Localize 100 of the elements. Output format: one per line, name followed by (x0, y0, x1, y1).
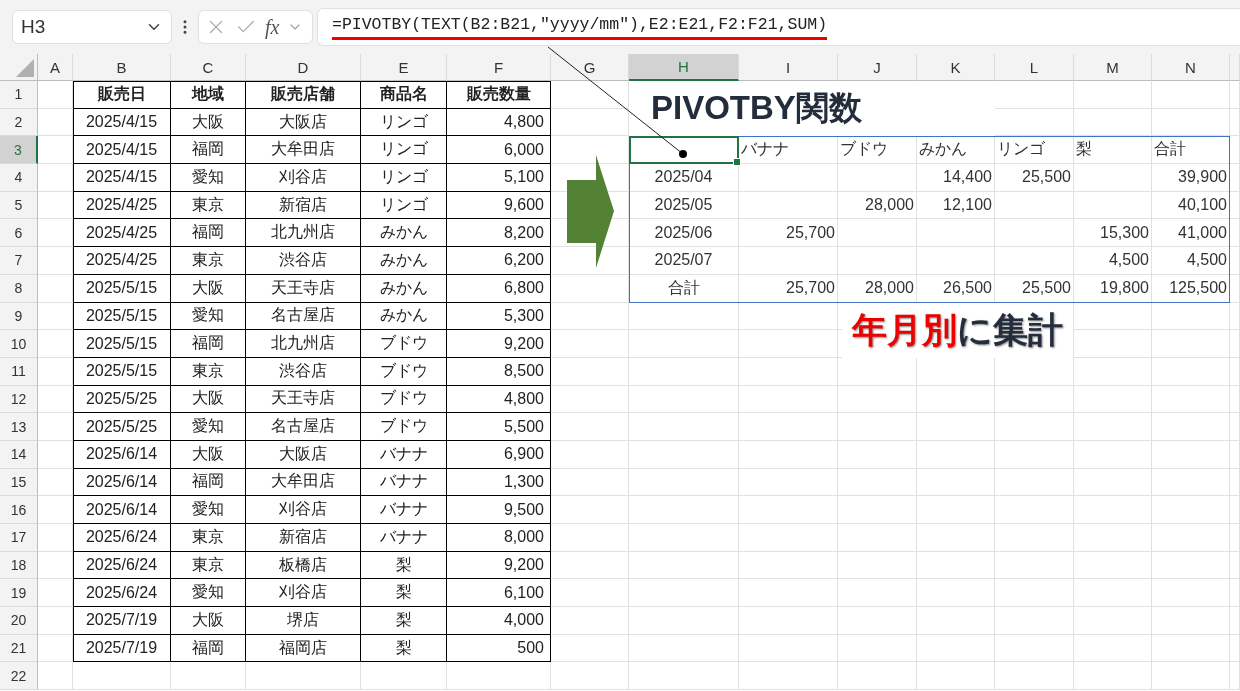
column-header[interactable]: C (171, 54, 246, 81)
table-cell: 2025/4/25 (73, 247, 171, 275)
table-cell: 渋谷店 (246, 357, 361, 386)
table-cell: 2025/6/24 (73, 524, 171, 552)
select-all-button[interactable] (0, 54, 38, 81)
table-cell: 9,200 (447, 330, 551, 358)
table-cell: 福岡 (171, 634, 246, 663)
table-cell: 東京 (171, 247, 246, 275)
name-box[interactable]: H3 (12, 10, 172, 44)
table-cell: 25,500 (995, 274, 1074, 303)
table-cell: 39,900 (1152, 164, 1230, 192)
table-cell: 9,600 (447, 191, 551, 220)
table-cell: 500 (447, 634, 551, 663)
column-header[interactable]: A (38, 54, 73, 81)
table-cell: ブドウ (361, 330, 447, 358)
column-header[interactable]: J (838, 54, 917, 81)
row-header[interactable]: 15 (0, 468, 38, 497)
table-cell: 40,100 (1152, 191, 1230, 220)
table-cell: 2025/4/25 (73, 191, 171, 220)
empty-cell (1230, 634, 1240, 663)
row-header[interactable]: 7 (0, 247, 38, 275)
table-cell: 4,500 (1074, 247, 1152, 275)
table-cell: 大阪 (171, 274, 246, 303)
table-cell: リンゴ (361, 108, 447, 137)
table-cell: 新宿店 (246, 524, 361, 552)
row-header[interactable]: 21 (0, 634, 38, 663)
row-header[interactable]: 22 (0, 662, 38, 691)
empty-cell (1230, 579, 1240, 608)
table-cell: 2025/5/25 (73, 385, 171, 414)
row-header[interactable]: 13 (0, 413, 38, 441)
table-cell: 2025/5/25 (73, 413, 171, 441)
table-cell: 福岡 (171, 468, 246, 497)
formula-field[interactable]: =PIVOTBY(TEXT(B2:B21,"yyyy/mm"),E2:E21,F2:F21,SUM) (317, 8, 1240, 46)
table-cell: 福岡店 (246, 634, 361, 663)
column-header[interactable]: B (73, 54, 171, 81)
table-cell: バナナ (361, 524, 447, 552)
insert-function-button[interactable]: fx (265, 15, 280, 39)
row-header[interactable]: 10 (0, 330, 38, 358)
empty-cell (1230, 413, 1240, 441)
table-cell: 大阪店 (246, 440, 361, 469)
table-cell: 大牟田店 (246, 468, 361, 497)
row-header[interactable]: 1 (0, 81, 38, 109)
fill-handle[interactable] (733, 158, 741, 167)
table-cell: 9,200 (447, 551, 551, 580)
table-cell: 愛知 (171, 302, 246, 331)
table-cell: 2025/4/15 (73, 164, 171, 192)
column-header[interactable]: N (1152, 54, 1230, 81)
column-header[interactable]: I (739, 54, 838, 81)
table-cell: 北九州店 (246, 330, 361, 358)
column-header[interactable]: G (551, 54, 629, 81)
cell-reference: H3 (21, 16, 46, 38)
table-cell: 大阪 (171, 108, 246, 137)
table-cell: 梨 (361, 579, 447, 608)
table-cell: 5,500 (447, 413, 551, 441)
row-header[interactable]: 4 (0, 164, 38, 192)
row-header[interactable]: 11 (0, 357, 38, 386)
row-header[interactable]: 8 (0, 274, 38, 303)
table-cell: 6,800 (447, 274, 551, 303)
row-header[interactable]: 6 (0, 219, 38, 248)
row-header[interactable]: 5 (0, 191, 38, 220)
row-header[interactable]: 12 (0, 385, 38, 414)
row-header[interactable]: 16 (0, 496, 38, 524)
row-header[interactable]: 2 (0, 108, 38, 137)
active-cell[interactable] (629, 136, 739, 165)
column-header[interactable]: H (629, 54, 739, 81)
table-cell: 大阪 (171, 607, 246, 635)
table-cell: 梨 (361, 607, 447, 635)
empty-cell (1230, 191, 1240, 220)
row-header[interactable]: 14 (0, 440, 38, 469)
row-header[interactable]: 18 (0, 551, 38, 580)
row-header[interactable]: 19 (0, 579, 38, 608)
column-header[interactable]: M (1074, 54, 1152, 81)
table-cell: 2025/5/15 (73, 302, 171, 331)
table-cell: 28,000 (838, 274, 917, 303)
table-cell: みかん (361, 247, 447, 275)
table-cell: 刈谷店 (246, 164, 361, 192)
empty-cell (1230, 330, 1240, 358)
table-cell: 4,800 (447, 108, 551, 137)
table-cell: バナナ (361, 468, 447, 497)
table-cell: 2025/5/15 (73, 274, 171, 303)
row-header[interactable]: 20 (0, 607, 38, 635)
column-header[interactable]: E (361, 54, 447, 81)
table-cell: ブドウ (361, 413, 447, 441)
table-cell: 41,000 (1152, 219, 1230, 248)
row-header[interactable]: 9 (0, 302, 38, 331)
column-header[interactable] (1230, 54, 1240, 81)
table-cell: 2025/05 (629, 191, 739, 220)
column-header[interactable]: F (447, 54, 551, 81)
table-cell: 名古屋店 (246, 302, 361, 331)
heading: PIVOTBY関数 (651, 88, 862, 129)
column-header[interactable]: D (246, 54, 361, 81)
table-cell: ブドウ (361, 357, 447, 386)
row-header[interactable]: 3 (0, 136, 38, 165)
column-header[interactable]: K (917, 54, 995, 81)
table-cell: 愛知 (171, 413, 246, 441)
table-cell: 合計 (629, 274, 739, 303)
table-cell: 愛知 (171, 579, 246, 608)
column-header[interactable]: L (995, 54, 1074, 81)
table-cell: 刈谷店 (246, 496, 361, 524)
row-header[interactable]: 17 (0, 524, 38, 552)
